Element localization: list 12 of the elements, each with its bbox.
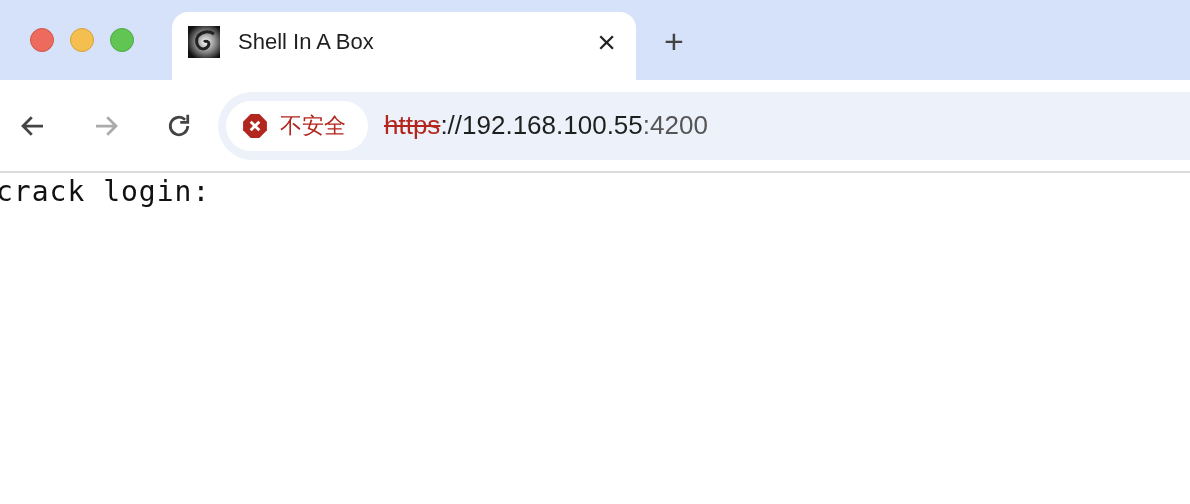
security-chip[interactable]: 不安全 bbox=[226, 100, 368, 151]
new-tab-button[interactable]: + bbox=[664, 24, 684, 58]
spiral-icon bbox=[188, 26, 220, 58]
error-icon bbox=[242, 112, 268, 139]
close-tab-button[interactable]: × bbox=[597, 26, 616, 58]
maximize-window-button[interactable] bbox=[110, 28, 134, 52]
minimize-window-button[interactable] bbox=[70, 28, 94, 52]
address-bar[interactable]: 不安全 https://192.168.100.55:4200 bbox=[218, 91, 1190, 160]
browser-tab[interactable]: Shell In A Box × bbox=[172, 12, 636, 80]
security-label: 不安全 bbox=[280, 111, 346, 140]
url-text: https://192.168.100.55:4200 bbox=[384, 110, 708, 141]
close-window-button[interactable] bbox=[30, 28, 54, 52]
